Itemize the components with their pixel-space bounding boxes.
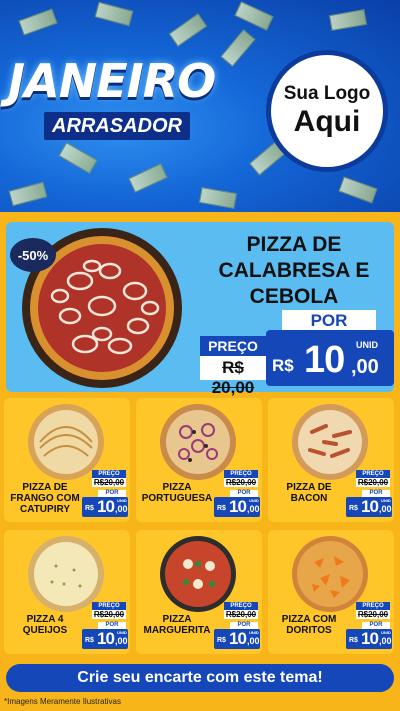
- featured-price-int: 10: [304, 339, 345, 381]
- por-label: POR: [230, 490, 258, 497]
- banknote-icon: [168, 13, 208, 47]
- featured-price-cents: ,00: [351, 356, 379, 378]
- product-card[interactable]: PIZZA 4 QUEIJOS PREÇO R$20,00 POR R$ 10 …: [4, 530, 130, 654]
- unit: UNID: [381, 630, 391, 635]
- banknote-icon: [18, 8, 58, 36]
- old-price: R$20,00: [356, 478, 390, 487]
- price-int: 10: [361, 629, 379, 648]
- product-name: PIZZA DE FRANGO COM CATUPIRY: [10, 482, 80, 515]
- product-name: PIZZA 4 QUEIJOS: [22, 614, 68, 636]
- preco-label: PREÇO: [356, 602, 390, 610]
- unit: UNID: [117, 498, 127, 503]
- featured-por-label: POR: [282, 310, 376, 332]
- currency: R$: [217, 505, 226, 512]
- featured-old-price: R$ 20,00: [211, 358, 255, 397]
- unit: UNID: [249, 498, 259, 503]
- banknote-icon: [8, 181, 48, 207]
- price-int: 10: [229, 629, 247, 648]
- featured-currency: R$: [272, 356, 294, 375]
- old-price: R$20,00: [224, 610, 258, 619]
- por-label: POR: [362, 490, 390, 497]
- price-cents: ,00: [247, 636, 260, 646]
- featured-old-price-box: PREÇO R$ 20,00: [200, 336, 266, 397]
- preco-label: PREÇO: [92, 602, 126, 610]
- campaign-subtitle: ARRASADOR: [44, 112, 190, 140]
- featured-product-name: PIZZA DE CALABRESA E CEBOLA: [218, 233, 370, 308]
- unit: UNID: [249, 630, 259, 635]
- campaign-title: JANEIRO: [8, 54, 216, 108]
- disclaimer-text: *Imagens Meramente Ilustrativas: [4, 697, 121, 706]
- currency: R$: [217, 637, 226, 644]
- product-name: PIZZA COM DORITOS: [281, 614, 337, 636]
- por-label: POR: [362, 622, 390, 629]
- preco-label: PREÇO: [224, 602, 258, 610]
- banknote-icon: [328, 8, 368, 32]
- price-int: 10: [97, 497, 115, 516]
- banknote-icon: [198, 186, 238, 210]
- product-card[interactable]: PIZZA MARGUERITA PREÇO R$20,00 POR R$ 10…: [136, 530, 262, 654]
- old-price: R$20,00: [356, 610, 390, 619]
- old-price: R$20,00: [224, 478, 258, 487]
- banknote-icon: [220, 29, 256, 67]
- price-cents: ,00: [115, 636, 128, 646]
- preco-label: PREÇO: [224, 470, 258, 478]
- product-name: PIZZA DE BACON: [286, 482, 332, 504]
- product-card[interactable]: PIZZA COM DORITOS PREÇO R$20,00 POR R$ 1…: [268, 530, 394, 654]
- banknote-icon: [234, 1, 274, 31]
- price-int: 10: [229, 497, 247, 516]
- currency: R$: [85, 637, 94, 644]
- unit: UNID: [381, 498, 391, 503]
- product-name: PIZZA MARGUERITA: [143, 614, 211, 636]
- logo-placeholder[interactable]: Sua Logo Aqui: [266, 50, 388, 172]
- product-card[interactable]: PIZZA PORTUGUESA PREÇO R$20,00 POR R$ 10…: [136, 398, 262, 522]
- currency: R$: [349, 637, 358, 644]
- por-label: POR: [98, 622, 126, 629]
- old-price: R$20,00: [92, 478, 126, 487]
- logo-line1: Sua Logo: [283, 83, 371, 104]
- banknote-icon: [128, 163, 168, 193]
- unit: UNID: [117, 630, 127, 635]
- banknote-icon: [338, 176, 378, 204]
- por-label: POR: [98, 490, 126, 497]
- cta-button[interactable]: Crie seu encarte com este tema!: [6, 664, 394, 692]
- price-cents: ,00: [247, 504, 260, 514]
- product-card[interactable]: PIZZA DE FRANGO COM CATUPIRY PREÇO R$20,…: [4, 398, 130, 522]
- por-label: POR: [230, 622, 258, 629]
- banknote-icon: [94, 1, 134, 27]
- banknote-icon: [58, 142, 98, 174]
- price-int: 10: [97, 629, 115, 648]
- preco-label: PREÇO: [92, 470, 126, 478]
- price-int: 10: [361, 497, 379, 516]
- price-cents: ,00: [379, 504, 392, 514]
- product-name: PIZZA PORTUGUESA: [141, 482, 213, 504]
- currency: R$: [85, 505, 94, 512]
- old-price: R$20,00: [92, 610, 126, 619]
- featured-unit: UNID: [356, 340, 378, 350]
- discount-badge: -50%: [10, 238, 56, 272]
- logo-line2: Aqui: [293, 105, 361, 138]
- price-cents: ,00: [379, 636, 392, 646]
- currency: R$: [349, 505, 358, 512]
- price-cents: ,00: [115, 504, 128, 514]
- preco-label: PREÇO: [356, 470, 390, 478]
- product-card[interactable]: PIZZA DE BACON PREÇO R$20,00 POR R$ 10 ,…: [268, 398, 394, 522]
- featured-preco-label: PREÇO: [200, 336, 266, 356]
